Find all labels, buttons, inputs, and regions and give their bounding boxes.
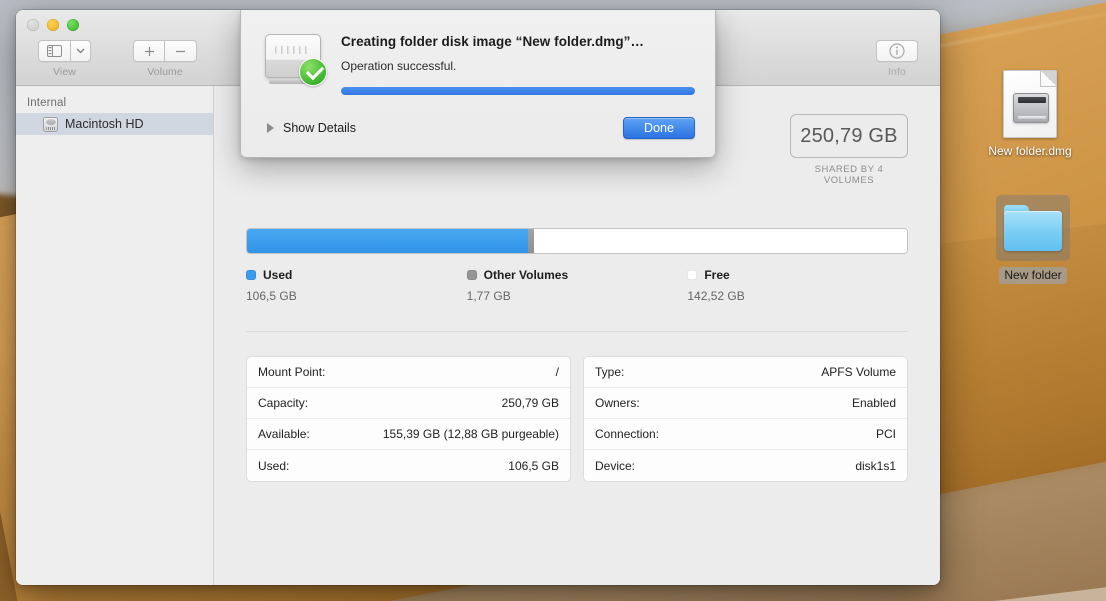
info-row-used: Used: 106,5 GB (247, 450, 570, 481)
info-value: PCI (876, 427, 896, 441)
view-label: View (53, 66, 76, 78)
info-row-owners: Owners: Enabled (584, 388, 907, 419)
capacity-bar-used (247, 229, 528, 253)
info-row-available: Available: 155,39 GB (12,88 GB purgeable… (247, 419, 570, 450)
legend-value-other: 1,77 GB (467, 289, 688, 303)
info-row-mount-point: Mount Point: / (247, 357, 570, 388)
sheet-content: Creating folder disk image “New folder.d… (263, 32, 695, 95)
show-details-toggle[interactable]: Show Details (263, 121, 356, 135)
disk-with-checkmark-icon (263, 32, 325, 88)
progress-sheet: Creating folder disk image “New folder.d… (240, 10, 716, 158)
info-label: Capacity: (258, 396, 308, 410)
info-label: Connection: (595, 427, 659, 441)
volume-label: Volume (147, 66, 183, 78)
sidebar-section-internal: Internal (16, 94, 213, 113)
disk-utility-window: Disk Utility (16, 10, 940, 585)
sidebar: Internal Macintosh HD (16, 86, 214, 585)
legend-item-other-volumes: Other Volumes 1,77 GB (467, 268, 688, 303)
info-label: Mount Point: (258, 365, 325, 379)
legend-item-used: Used 106,5 GB (246, 268, 467, 303)
legend-item-free: Free 142,52 GB (687, 268, 908, 303)
legend-swatch-free (687, 270, 697, 280)
desktop-icon-label: New folder.dmg (983, 143, 1076, 160)
desktop-icon-dmg[interactable]: New folder.dmg (982, 66, 1078, 160)
info-label: Used: (258, 459, 289, 473)
window-body: Internal Macintosh HD 250,79 GB SHARED B… (16, 86, 940, 585)
done-button[interactable]: Done (623, 117, 695, 139)
desktop-icon-folder[interactable]: New folder (985, 190, 1081, 284)
progress-bar (341, 87, 695, 95)
info-circle-icon (876, 40, 918, 62)
triangle-right-icon (267, 123, 274, 133)
info-row-type: Type: APFS Volume (584, 357, 907, 388)
checkmark-badge-icon (299, 58, 327, 86)
legend-swatch-other (467, 270, 477, 280)
info-label: Available: (258, 427, 310, 441)
info-value: 250,79 GB (502, 396, 559, 410)
sheet-text: Creating folder disk image “New folder.d… (341, 32, 695, 95)
section-divider (246, 331, 908, 332)
show-details-label: Show Details (283, 121, 356, 135)
sidebar-item-label: Macintosh HD (65, 117, 144, 131)
legend-value-free: 142,52 GB (687, 289, 908, 303)
hard-disk-icon (43, 117, 58, 132)
folder-icon (996, 195, 1070, 261)
volume-info: Mount Point: / Capacity: 250,79 GB Avail… (246, 356, 908, 482)
chevron-down-icon[interactable] (71, 40, 91, 62)
info-table-left: Mount Point: / Capacity: 250,79 GB Avail… (246, 356, 571, 482)
capacity-bar-other (528, 229, 535, 253)
desktop-icon-label: New folder (999, 267, 1066, 284)
info-label: Info (888, 66, 906, 78)
add-volume-button[interactable] (133, 40, 165, 62)
legend-label-free: Free (704, 268, 729, 282)
sidebar-icon[interactable] (38, 40, 71, 62)
sheet-actions: Show Details Done (263, 117, 695, 139)
info-row-capacity: Capacity: 250,79 GB (247, 388, 570, 419)
info-table-right: Type: APFS Volume Owners: Enabled Connec… (583, 356, 908, 482)
dmg-document-icon (982, 66, 1078, 142)
main-pane: 250,79 GB SHARED BY 4 VOLUMES Used 106,5… (214, 86, 940, 585)
info-label: Owners: (595, 396, 640, 410)
sheet-title: Creating folder disk image “New folder.d… (341, 34, 695, 49)
legend-label-other: Other Volumes (484, 268, 568, 282)
volume-control[interactable]: Volume (133, 40, 197, 78)
capacity-legend: Used 106,5 GB Other Volumes 1,77 GB Free (246, 268, 908, 303)
info-value: Enabled (852, 396, 896, 410)
info-value: 155,39 GB (12,88 GB purgeable) (383, 427, 559, 441)
legend-label-used: Used (263, 268, 292, 282)
capacity-bar (246, 228, 908, 254)
info-value: 106,5 GB (508, 459, 559, 473)
view-control[interactable]: View (38, 40, 91, 78)
capacity-bar-free (534, 229, 907, 253)
info-value: disk1s1 (855, 459, 896, 473)
legend-swatch-used (246, 270, 256, 280)
info-label: Type: (595, 365, 624, 379)
info-row-connection: Connection: PCI (584, 419, 907, 450)
sidebar-item-macintosh-hd[interactable]: Macintosh HD (16, 113, 213, 135)
sheet-message: Operation successful. (341, 59, 695, 73)
capacity-subtitle: SHARED BY 4 VOLUMES (790, 164, 908, 186)
info-value: / (556, 365, 559, 379)
capacity-value: 250,79 GB (790, 114, 908, 158)
progress-bar-fill (341, 87, 695, 95)
legend-value-used: 106,5 GB (246, 289, 467, 303)
info-value: APFS Volume (821, 365, 896, 379)
info-row-device: Device: disk1s1 (584, 450, 907, 481)
info-label: Device: (595, 459, 635, 473)
info-button[interactable]: Info (876, 40, 918, 78)
remove-volume-button[interactable] (165, 40, 197, 62)
